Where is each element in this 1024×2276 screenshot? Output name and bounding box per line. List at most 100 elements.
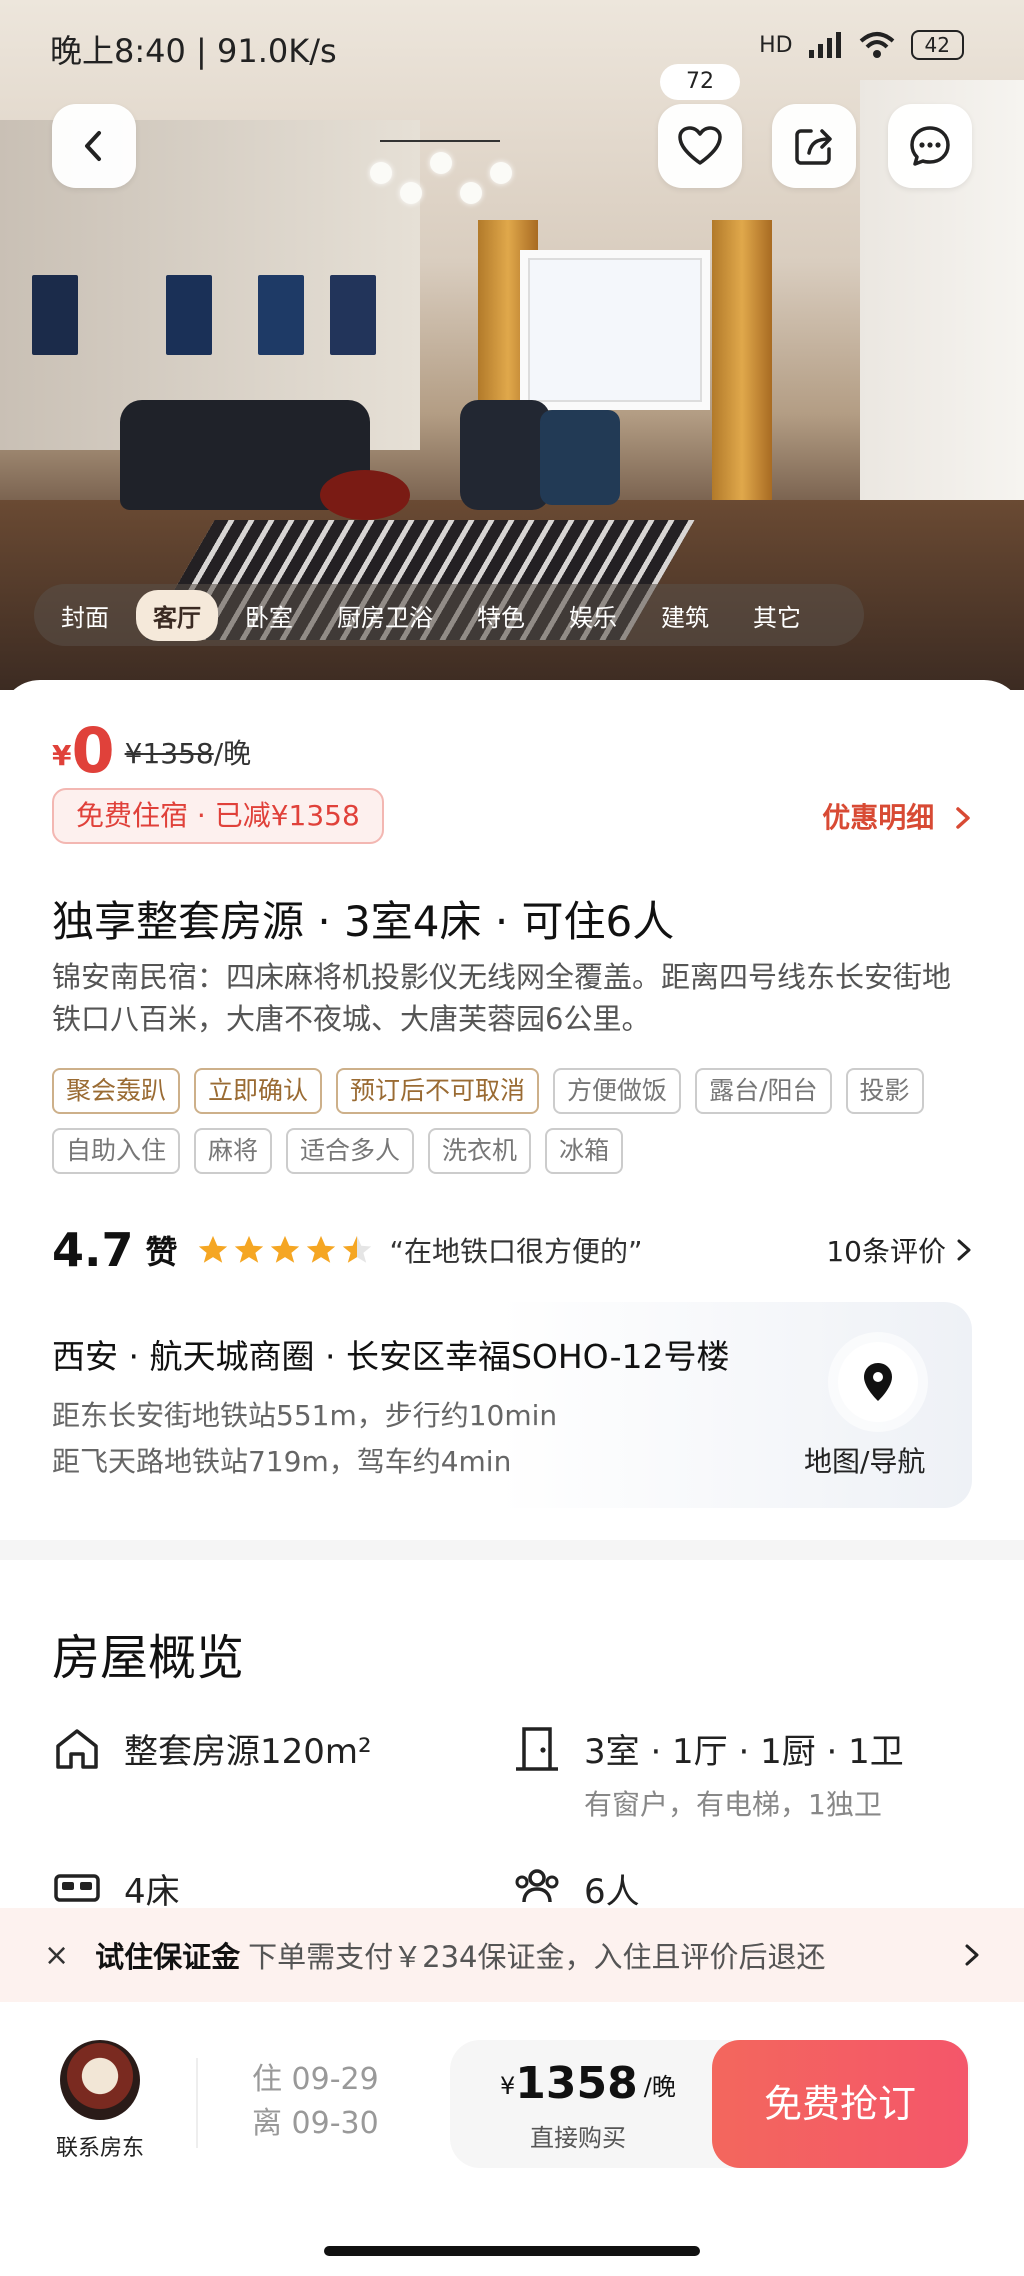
tag: 露台/阳台: [695, 1068, 832, 1114]
tab-other[interactable]: 其它: [736, 590, 818, 641]
tab-entertainment[interactable]: 娱乐: [552, 590, 634, 641]
hero-photo[interactable]: 晚上8:40 | 91.0K/s HD 42 72 封面 客厅 卧室 厨房卫浴 …: [0, 0, 1024, 690]
buy-price: ¥ 1358 /晚: [500, 2060, 676, 2108]
people-icon: [515, 1869, 559, 1903]
photo-table: [320, 470, 410, 520]
divider: [196, 2058, 198, 2148]
tab-living-room[interactable]: 客厅: [136, 589, 218, 641]
tab-cover[interactable]: 封面: [44, 590, 126, 641]
deposit-text: 下单需支付￥234保证金，入住且评价后退还: [248, 1940, 826, 1974]
overview-rooms-sub: 有窗户，有电梯，1独卫: [584, 1788, 882, 1821]
status-time: 晚上8:40 | 91.0K/s: [50, 32, 337, 70]
gallery-tabs: 封面 客厅 卧室 厨房卫浴 特色 娱乐 建筑 其它: [34, 584, 864, 646]
chevron-right-icon: [965, 1944, 979, 1966]
share-button[interactable]: [772, 104, 856, 188]
tag: 麻将: [194, 1128, 273, 1174]
location-line: 距飞天路地铁站719m，驾车约4min: [52, 1445, 512, 1478]
map-pin[interactable]: [838, 1342, 918, 1422]
stay-dates[interactable]: 住 09-29 离 09-30: [252, 2058, 379, 2146]
overview-title: 房屋概览: [52, 1630, 245, 1686]
rating-row[interactable]: 4.7 赞 “在地铁口很方便的” 10条评价: [52, 1220, 972, 1280]
share-icon: [795, 129, 832, 165]
chevron-right-icon: [956, 807, 970, 829]
tab-features[interactable]: 特色: [460, 590, 542, 641]
section-divider: [0, 1540, 1024, 1560]
checkout-date: 离 09-30: [252, 2106, 379, 2141]
checkin-date: 住 09-29: [252, 2062, 379, 2097]
rating-stars: [196, 1233, 374, 1267]
location-pin-icon: [864, 1363, 892, 1401]
status-bar: 晚上8:40 | 91.0K/s HD 42: [0, 0, 1024, 96]
battery-icon: 42: [910, 30, 964, 60]
home-indicator[interactable]: [324, 2246, 700, 2256]
wifi-icon: [859, 32, 894, 58]
overview-rooms-text: 3室 · 1厅 · 1厨 · 1卫: [584, 1732, 904, 1772]
location-line: 距东长安街地铁站551m，步行约10min: [52, 1399, 558, 1432]
rating-score: 4.7: [52, 1223, 134, 1277]
message-button[interactable]: [888, 104, 972, 188]
chat-bubble-icon: [910, 126, 950, 166]
overview-beds: 4床: [52, 1864, 180, 1914]
tab-building[interactable]: 建筑: [644, 590, 726, 641]
free-book-button[interactable]: 免费抢订: [712, 2040, 968, 2168]
back-button[interactable]: [52, 104, 136, 188]
reviews-count: 10条评价: [826, 1235, 946, 1268]
star-icon: [234, 1235, 263, 1263]
favorite-count: 72: [660, 64, 740, 100]
star-icon: [306, 1235, 335, 1263]
listing-title: 独享整套房源 · 3室4床 · 可住6人: [52, 897, 675, 946]
reviews-link[interactable]: 10条评价: [826, 1230, 972, 1270]
price-row: ¥ 0 ¥1358/晚: [52, 720, 251, 782]
photo-curtain: [712, 220, 772, 520]
chevron-right-icon: [957, 1239, 971, 1261]
price-current: 0: [71, 714, 115, 787]
tag: 方便做饭: [553, 1068, 682, 1114]
buy-label: 直接购买: [530, 2124, 626, 2152]
feature-tags: 聚会轰趴 立即确认 预订后不可取消 方便做饭 露台/阳台 投影 自助入住 麻将 …: [52, 1068, 972, 1174]
free-stay-badge: 免费住宿 · 已减¥1358: [52, 788, 384, 844]
tag: 洗衣机: [428, 1128, 532, 1174]
tag: 自助入住: [52, 1128, 181, 1174]
overview-guests: 6人: [512, 1864, 640, 1914]
close-icon[interactable]: ×: [44, 1938, 69, 1973]
tag: 适合多人: [286, 1128, 415, 1174]
buy-unit: /晚: [643, 2073, 676, 2101]
buy-currency: ¥: [500, 2072, 516, 2100]
favorite-button[interactable]: [658, 104, 742, 188]
tab-kitchen-bath[interactable]: 厨房卫浴: [320, 590, 450, 641]
discount-detail-label: 优惠明细: [822, 801, 935, 834]
tag: 投影: [845, 1068, 924, 1114]
detail-sheet: ¥ 0 ¥1358/晚 免费住宿 · 已减¥1358 优惠明细 独享整套房源 ·…: [0, 680, 1024, 1540]
chevron-left-icon: [85, 131, 101, 161]
booking-footer: 联系房东 住 09-29 离 09-30 ¥ 1358 /晚 直接购买 免费抢订: [0, 2002, 1024, 2234]
photo-chandelier: [370, 140, 512, 210]
rating-label: 赞: [145, 1233, 178, 1271]
photo-armchair: [540, 410, 620, 505]
discount-detail-link[interactable]: 优惠明细: [822, 796, 972, 836]
photo-banner: [330, 275, 376, 355]
star-icon: [270, 1235, 299, 1263]
network-label: HD: [759, 32, 793, 58]
price-currency: ¥: [52, 739, 72, 772]
map-navigation-label[interactable]: 地图/导航: [804, 1440, 925, 1480]
tag: 聚会轰趴: [52, 1068, 181, 1114]
overview-rooms: 3室 · 1厅 · 1厨 · 1卫 有窗户，有电梯，1独卫: [512, 1724, 904, 1823]
star-icon: [198, 1235, 227, 1263]
price-unit: /晚: [213, 737, 252, 770]
location-card[interactable]: 西安 · 航天城商圈 · 长安区幸福SOHO-12号楼 距东长安街地铁站551m…: [28, 1302, 972, 1508]
photo-armchair: [460, 400, 550, 510]
deposit-banner[interactable]: × 试住保证金 下单需支付￥234保证金，入住且评价后退还: [0, 1908, 1024, 2002]
tag: 预订后不可取消: [336, 1068, 540, 1114]
location-address: 西安 · 航天城商圈 · 长安区幸福SOHO-12号楼: [52, 1337, 730, 1376]
photo-banner: [166, 275, 212, 355]
overview-area-text: 整套房源120m²: [124, 1732, 372, 1772]
tab-bedroom[interactable]: 卧室: [228, 590, 310, 641]
host-avatar: [60, 2040, 140, 2120]
rating-quote: “在地铁口很方便的”: [389, 1235, 643, 1268]
photo-window: [520, 250, 710, 410]
overview-area: 整套房源120m²: [52, 1724, 372, 1774]
photo-banner: [32, 275, 78, 355]
tag: 立即确认: [194, 1068, 323, 1114]
photo-banner: [258, 275, 304, 355]
contact-host-button[interactable]: 联系房东: [50, 2040, 150, 2162]
